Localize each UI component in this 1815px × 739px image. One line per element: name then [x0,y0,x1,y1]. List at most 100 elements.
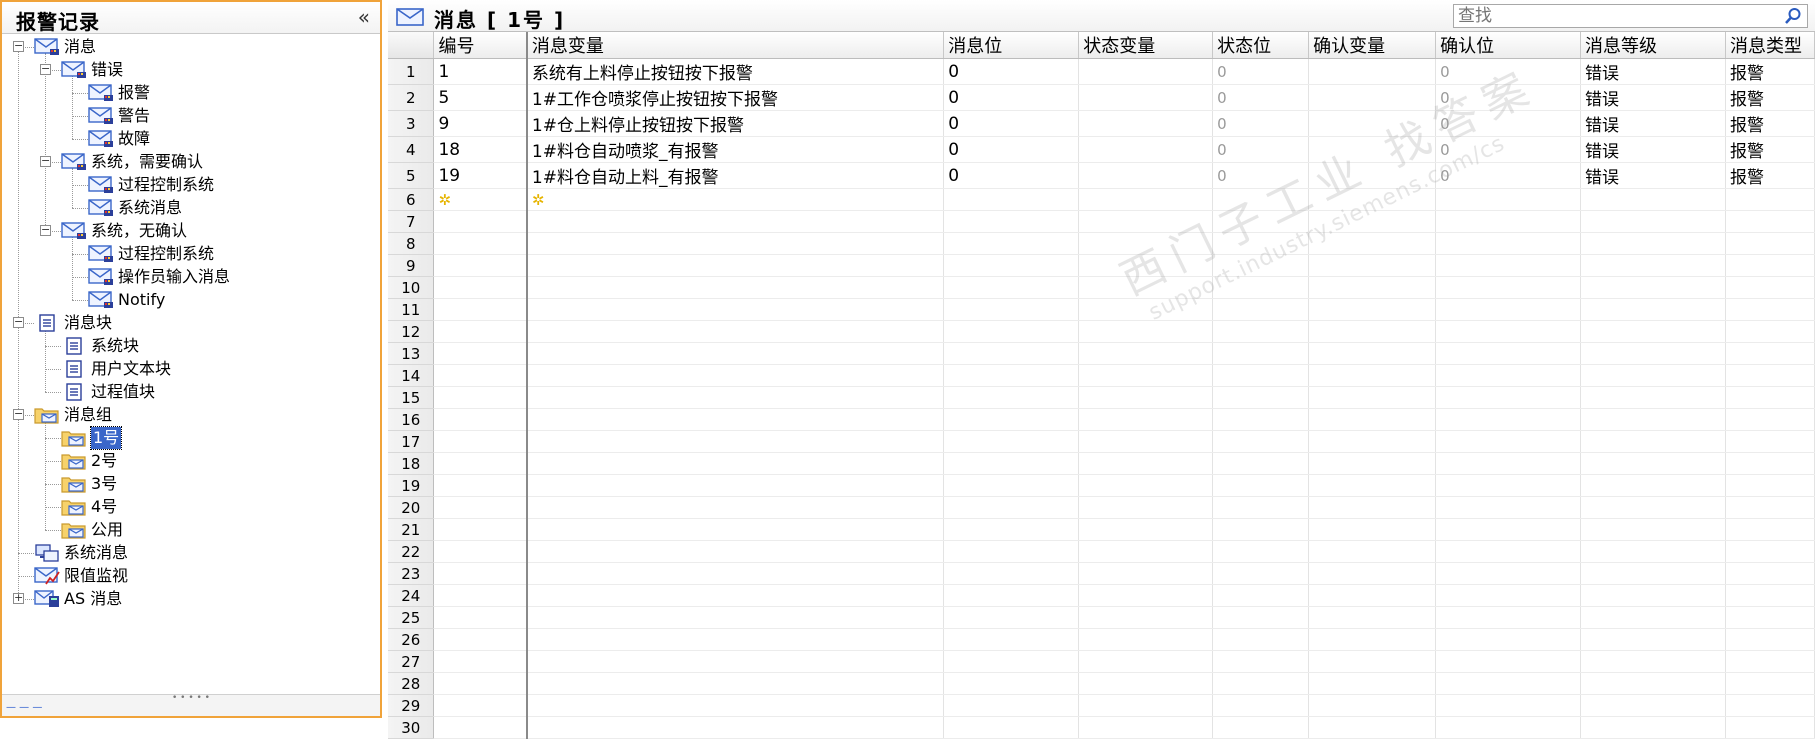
column-header-status-variable[interactable]: 状态变量 [1078,32,1214,59]
empty-cell[interactable] [943,188,1080,211]
empty-cell[interactable] [1078,650,1214,673]
cell-message-class[interactable]: 错误 [1580,84,1726,111]
cell-message-class[interactable]: 错误 [1580,58,1726,85]
empty-cell[interactable] [1308,672,1437,695]
empty-cell[interactable] [1435,408,1582,431]
empty-cell[interactable] [526,320,945,343]
empty-cell[interactable] [1580,474,1726,497]
empty-cell[interactable] [1078,452,1214,475]
empty-cell[interactable] [1435,496,1582,519]
tree-node-g2[interactable]: 2号 [2,450,372,472]
row-number[interactable]: 25 [388,606,435,629]
empty-cell[interactable] [1580,254,1726,277]
empty-cell[interactable] [1308,474,1437,497]
empty-cell[interactable] [526,672,945,695]
empty-cell[interactable] [526,606,945,629]
empty-cell[interactable] [433,430,528,453]
empty-cell[interactable] [1212,254,1310,277]
collapse-node-icon[interactable]: − [13,408,24,420]
empty-cell[interactable] [526,694,945,717]
empty-cell[interactable] [1580,540,1726,563]
empty-cell[interactable] [1580,650,1726,673]
row-number[interactable]: 29 [388,694,435,717]
empty-cell[interactable] [1725,716,1815,739]
empty-cell[interactable] [1580,210,1726,233]
empty-cell[interactable] [1580,232,1726,255]
empty-cell[interactable] [1078,320,1214,343]
cell-message-type[interactable]: 报警 [1725,110,1815,137]
row-number[interactable]: 10 [388,276,435,299]
empty-row[interactable]: 8 [388,232,1815,255]
empty-cell[interactable] [433,254,528,277]
table-row[interactable]: 4 18 1#料仓自动喷浆_有报警 0 0 0 错误 报警 [388,136,1815,163]
empty-cell[interactable] [1212,232,1310,255]
empty-cell[interactable] [1308,540,1437,563]
empty-cell[interactable] [1308,606,1437,629]
empty-cell[interactable] [1308,408,1437,431]
empty-cell[interactable] [943,210,1080,233]
tree-node-notify[interactable]: Notify [2,289,372,311]
cell-status-variable[interactable] [1078,84,1214,111]
empty-cell[interactable] [1580,188,1726,211]
empty-cell[interactable] [1078,694,1214,717]
empty-cell[interactable] [1212,188,1310,211]
empty-cell[interactable] [1435,518,1582,541]
empty-row[interactable]: 7 [388,210,1815,233]
empty-cell[interactable] [1435,628,1582,651]
tree-node-alarm[interactable]: 报警 [2,82,372,104]
empty-cell[interactable] [1212,672,1310,695]
row-number[interactable]: 13 [388,342,435,365]
empty-cell[interactable] [1308,232,1437,255]
tree-node-limit[interactable]: 限值监视 [2,565,372,587]
empty-row[interactable]: 22 [388,540,1815,563]
row-number[interactable]: 1 [388,58,435,85]
empty-cell[interactable] [943,232,1080,255]
empty-cell[interactable] [1435,430,1582,453]
row-number[interactable]: 17 [388,430,435,453]
empty-cell[interactable] [433,694,528,717]
cell-message-bit[interactable]: 0 [943,84,1080,111]
empty-cell[interactable] [1435,342,1582,365]
empty-cell[interactable] [1725,298,1815,321]
empty-cell[interactable] [1212,540,1310,563]
row-number[interactable]: 16 [388,408,435,431]
empty-cell[interactable] [1580,496,1726,519]
empty-cell[interactable] [1212,408,1310,431]
empty-cell[interactable] [1435,298,1582,321]
table-row[interactable]: 2 5 1#工作仓喷浆停止按钮按下报警 0 0 0 错误 报警 [388,84,1815,111]
empty-cell[interactable] [1212,628,1310,651]
empty-cell[interactable] [1308,518,1437,541]
empty-cell[interactable] [1580,606,1726,629]
empty-row[interactable]: 21 [388,518,1815,541]
cell-message-bit[interactable]: 0 [943,136,1080,163]
empty-cell[interactable] [1308,452,1437,475]
empty-cell[interactable] [1308,342,1437,365]
empty-cell[interactable] [1435,452,1582,475]
tree-node-g4[interactable]: 4号 [2,496,372,518]
collapse-node-icon[interactable]: − [13,40,24,52]
empty-cell[interactable] [1308,628,1437,651]
empty-cell[interactable] [1078,210,1214,233]
empty-cell[interactable] [1580,518,1726,541]
empty-cell[interactable] [1725,452,1815,475]
empty-cell[interactable] [526,540,945,563]
empty-cell[interactable] [1580,342,1726,365]
empty-cell[interactable] [1308,386,1437,409]
cell-ack-variable[interactable] [1308,136,1437,163]
empty-row[interactable]: 9 [388,254,1815,277]
empty-cell[interactable] [943,452,1080,475]
splitter-grip[interactable]: • • • • • [2,694,380,703]
empty-row[interactable]: 28 [388,672,1815,695]
empty-cell[interactable] [1725,408,1815,431]
empty-cell[interactable] [1580,672,1726,695]
empty-cell[interactable] [1725,562,1815,585]
cell-id[interactable]: 9 [433,110,528,137]
empty-row[interactable]: 29 [388,694,1815,717]
row-number[interactable]: 19 [388,474,435,497]
empty-cell[interactable] [1078,518,1214,541]
empty-cell[interactable] [943,342,1080,365]
empty-row[interactable]: 11 [388,298,1815,321]
row-number[interactable]: 20 [388,496,435,519]
empty-cell[interactable] [1212,716,1310,739]
empty-cell[interactable] [526,518,945,541]
